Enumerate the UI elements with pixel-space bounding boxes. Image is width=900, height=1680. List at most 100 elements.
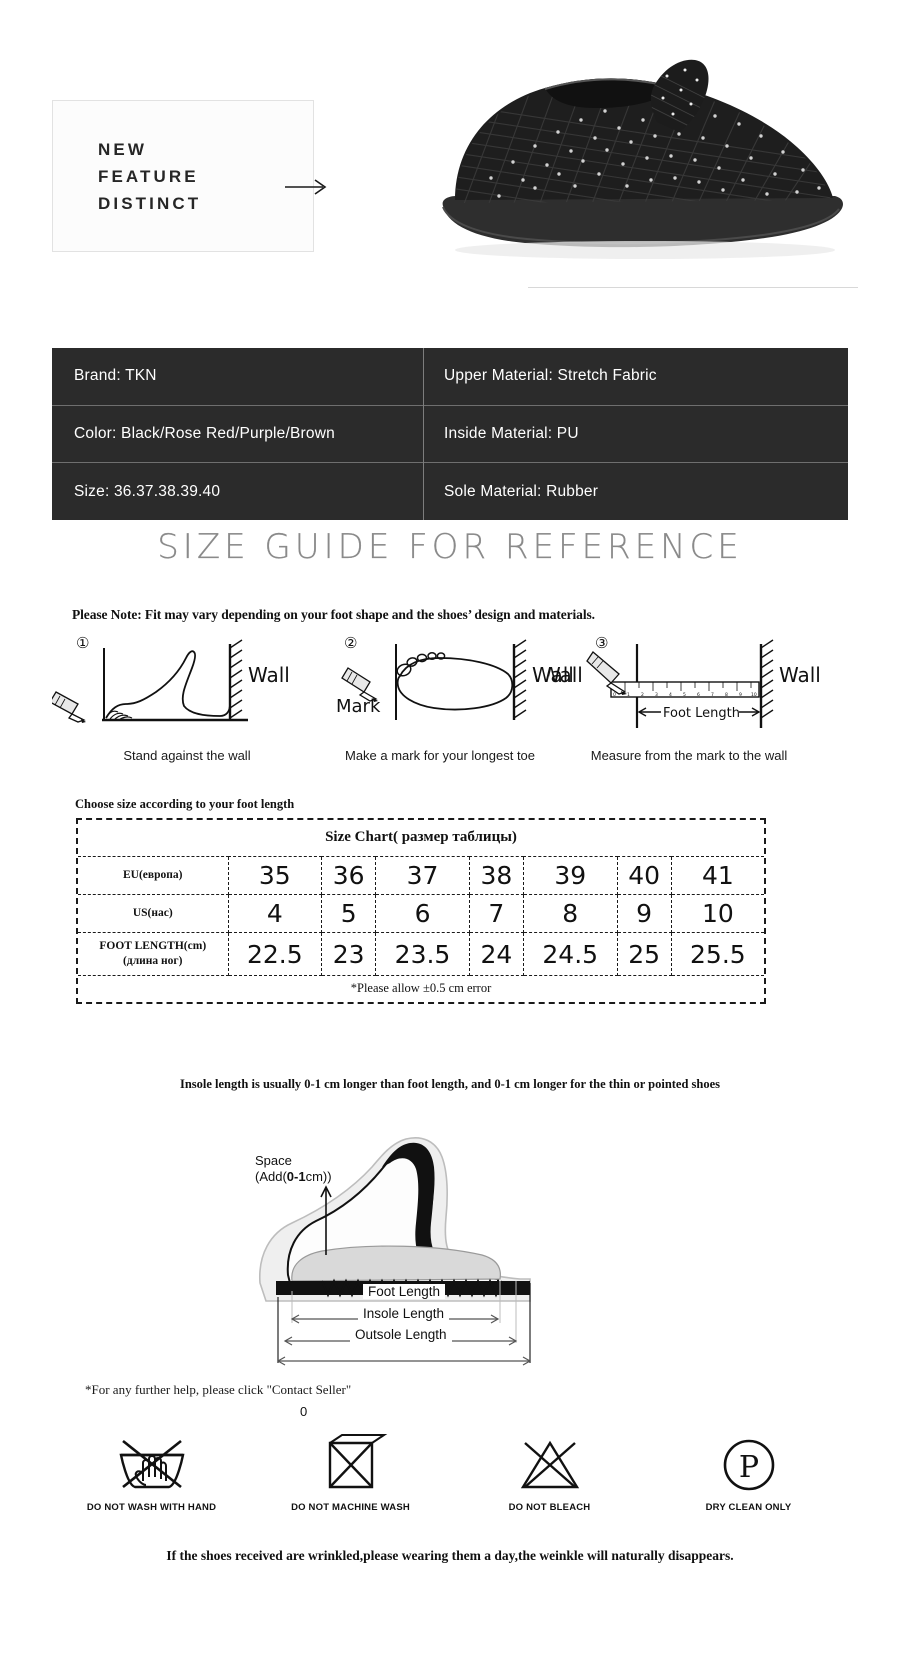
row-label-foot-length-main: FOOT LENGTH(cm) bbox=[99, 940, 207, 952]
foot-length-cell: 24.5 bbox=[522, 932, 618, 976]
eu-size-cell: 41 bbox=[670, 856, 764, 895]
spec-column-left: Brand: TKN Color: Black/Rose Red/Purple/… bbox=[52, 348, 424, 520]
spec-column-right: Upper Material: Stretch Fabric Inside Ma… bbox=[424, 348, 848, 520]
step-1-wall-label: Wall bbox=[248, 663, 290, 687]
svg-text:0: 0 bbox=[613, 692, 616, 698]
table-row: FOOT LENGTH(cm) (длина ног) 22.5 23 23.5… bbox=[78, 932, 764, 976]
care-item: DO NOT MACHINE WASH bbox=[258, 1428, 443, 1513]
svg-text:P: P bbox=[738, 1450, 758, 1485]
product-photo bbox=[395, 28, 865, 268]
size-chart-title-row: Size Chart( размер таблицы) bbox=[78, 820, 764, 857]
svg-text:3: 3 bbox=[655, 692, 658, 698]
dim-outsole-length: Outsole Length bbox=[350, 1327, 452, 1342]
dry-clean-only-icon: P bbox=[656, 1428, 841, 1500]
spec-brand: Brand: TKN bbox=[52, 348, 423, 406]
us-size-cell: 10 bbox=[670, 894, 764, 933]
svg-text:7: 7 bbox=[711, 692, 714, 698]
us-size-cell: 4 bbox=[227, 894, 323, 933]
care-item: DO NOT BLEACH bbox=[457, 1428, 642, 1513]
zero-mark: 0 bbox=[300, 1404, 308, 1419]
dim-foot-length: Foot Length bbox=[363, 1284, 446, 1299]
hero-section: NEW FEATURE DISTINCT bbox=[0, 0, 900, 325]
foot-length-cell: 25 bbox=[616, 932, 672, 976]
no-machine-wash-icon bbox=[258, 1428, 443, 1500]
table-row: US(нас) 4 5 6 7 8 9 10 bbox=[78, 894, 764, 933]
eu-size-cell: 36 bbox=[321, 856, 377, 895]
space-add-label: Space (Add(0-1cm)) bbox=[255, 1153, 332, 1185]
svg-text:1: 1 bbox=[627, 692, 630, 698]
size-chart-footnote: *Please allow ±0.5 cm error bbox=[78, 975, 764, 1002]
step-2-number: ② bbox=[344, 634, 357, 652]
product-detail-page: NEW FEATURE DISTINCT Brand: TKN Color: B… bbox=[0, 0, 900, 1680]
foot-length-cell: 25.5 bbox=[670, 932, 764, 976]
spec-inside-material: Inside Material: PU bbox=[424, 406, 848, 464]
care-item: P DRY CLEAN ONLY bbox=[656, 1428, 841, 1513]
space-label-prefix: (Add( bbox=[255, 1169, 287, 1184]
us-size-cell: 6 bbox=[375, 894, 470, 933]
step-3-wall-label-left: Wall bbox=[549, 663, 583, 687]
insole-length-note: Insole length is usually 0-1 cm longer t… bbox=[179, 1077, 721, 1091]
hero-line-1: NEW bbox=[98, 139, 147, 159]
spec-color: Color: Black/Rose Red/Purple/Brown bbox=[52, 406, 423, 464]
step-1: ① Wall Stand against the wall bbox=[49, 630, 318, 775]
care-label: DO NOT BLEACH bbox=[508, 1502, 591, 1513]
contact-seller-note: *For any further help, please click "Con… bbox=[85, 1382, 352, 1397]
eu-size-cell: 39 bbox=[522, 856, 618, 895]
space-label-line2: (Add(0-1cm)) bbox=[255, 1169, 332, 1185]
step-1-caption: Stand against the wall bbox=[123, 748, 251, 763]
eu-size-cell: 35 bbox=[227, 856, 323, 895]
hero-headline: NEW FEATURE DISTINCT bbox=[53, 136, 201, 217]
eu-size-cell: 40 bbox=[616, 856, 672, 895]
space-label-suffix: cm)) bbox=[305, 1169, 332, 1184]
step-3-foot-length-label: Foot Length bbox=[663, 706, 740, 721]
care-label: DO NOT WASH WITH HAND bbox=[86, 1502, 217, 1513]
us-size-cell: 5 bbox=[321, 894, 377, 933]
svg-text:5: 5 bbox=[683, 692, 686, 698]
row-label-eu: EU(европа) bbox=[78, 856, 229, 895]
step-3: ③ Wall 0 1 2 3 4 5 6 7 8 9 10 Foot Lengt… bbox=[541, 630, 821, 775]
us-size-cell: 9 bbox=[616, 894, 672, 933]
row-label-us: US(нас) bbox=[78, 894, 229, 933]
care-label: DO NOT MACHINE WASH bbox=[291, 1502, 410, 1513]
foot-length-cell: 24 bbox=[468, 932, 524, 976]
care-item: DO NOT WASH WITH HAND bbox=[59, 1428, 244, 1513]
wrinkle-disclaimer: If the shoes received are wrinkled,pleas… bbox=[166, 1548, 734, 1563]
spec-sole-material: Sole Material: Rubber bbox=[444, 482, 599, 500]
table-row: EU(европа) 35 36 37 38 39 40 41 bbox=[78, 856, 764, 895]
hero-line-3: DISTINCT bbox=[98, 193, 202, 213]
step-3-number: ③ bbox=[595, 634, 608, 652]
fit-note: Please Note: Fit may vary depending on y… bbox=[72, 607, 595, 622]
step-3-wall-label: Wall bbox=[779, 663, 821, 687]
spec-upper-material: Upper Material: Stretch Fabric bbox=[424, 348, 848, 406]
spec-size: Size: 36.37.38.39.40 bbox=[74, 482, 221, 500]
step-2: ② Wall Mark Make a mark for your longest… bbox=[300, 630, 574, 775]
svg-text:4: 4 bbox=[669, 692, 672, 698]
no-hand-wash-icon bbox=[59, 1428, 244, 1500]
svg-text:2: 2 bbox=[641, 692, 644, 698]
care-instructions: DO NOT WASH WITH HAND DO NOT MACHINE WAS… bbox=[52, 1428, 848, 1543]
step-3-caption: Measure from the mark to the wall bbox=[590, 748, 788, 763]
step-1-number: ① bbox=[76, 634, 89, 652]
specification-table: Brand: TKN Color: Black/Rose Red/Purple/… bbox=[52, 348, 848, 520]
space-label-value: 0-1 bbox=[286, 1169, 306, 1184]
svg-text:10: 10 bbox=[751, 692, 757, 698]
size-chart-table: Size Chart( размер таблицы) EU(европа) 3… bbox=[76, 818, 766, 1004]
us-size-cell: 7 bbox=[468, 894, 524, 933]
foot-length-cell: 23 bbox=[321, 932, 377, 976]
size-chart-title: Size Chart( размер таблицы) bbox=[78, 820, 764, 857]
no-bleach-icon bbox=[457, 1428, 642, 1500]
hero-line-2: FEATURE bbox=[98, 166, 199, 186]
dim-insole-length: Insole Length bbox=[358, 1306, 450, 1321]
step-2-mark-label: Mark bbox=[336, 696, 381, 717]
size-chart-footnote-row: *Please allow ±0.5 cm error bbox=[78, 975, 764, 1002]
svg-text:9: 9 bbox=[739, 692, 742, 698]
us-size-cell: 8 bbox=[522, 894, 618, 933]
eu-size-cell: 37 bbox=[375, 856, 470, 895]
size-guide-title: SIZE GUIDE FOR REFERENCE bbox=[157, 527, 743, 567]
eu-size-cell: 38 bbox=[468, 856, 524, 895]
hero-divider bbox=[528, 287, 858, 288]
arrow-right-icon bbox=[285, 179, 327, 195]
shoe-cross-section-diagram: Space (Add(0-1cm)) Foot Length Insole Le… bbox=[230, 1105, 660, 1375]
row-label-foot-length-sub: (длина ног) bbox=[123, 955, 183, 967]
foot-length-cell: 22.5 bbox=[227, 932, 323, 976]
